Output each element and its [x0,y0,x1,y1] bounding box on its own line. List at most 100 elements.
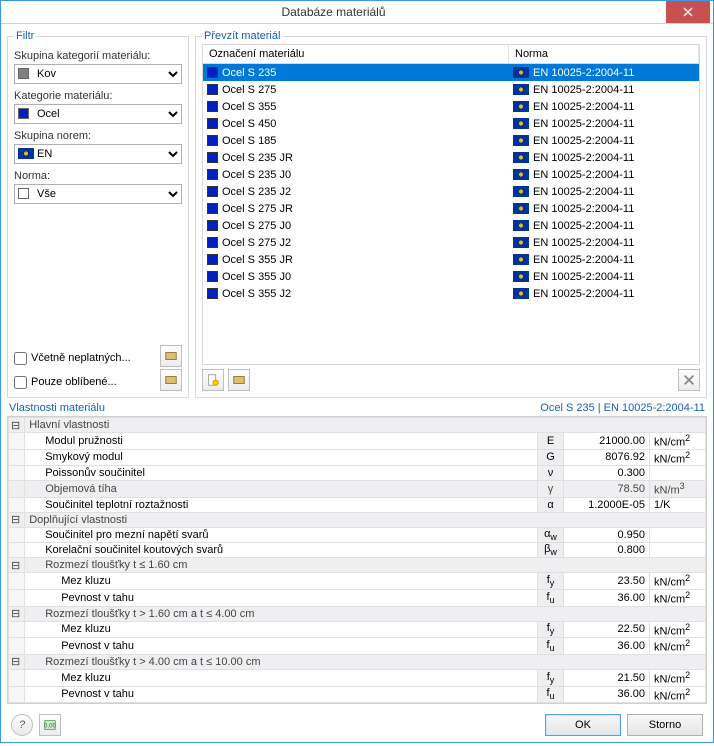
material-row[interactable]: Ocel S 355 JREN 10025-2:2004-11 [203,251,699,268]
material-swatch-icon [207,101,218,112]
material-row[interactable]: Ocel S 235 JREN 10025-2:2004-11 [203,149,699,166]
prop-name: Modul pružnosti [25,433,538,450]
material-norm: EN 10025-2:2004-11 [533,84,634,96]
material-row[interactable]: Ocel S 185EN 10025-2:2004-11 [203,132,699,149]
delete-material-button[interactable] [678,369,700,391]
material-name: Ocel S 185 [222,135,276,147]
material-swatch-icon [207,169,218,180]
group-label: Skupina kategorií materiálu: [14,50,182,62]
material-row[interactable]: Ocel S 275 JR EN 10025-2:2004-11 [203,200,699,217]
help-button[interactable]: ? [11,714,33,736]
material-name: Ocel S 235 J2 [222,186,291,198]
filter-reset-button[interactable] [160,345,182,367]
close-button[interactable] [666,1,710,23]
eu-flag-icon [513,84,529,95]
material-row[interactable]: Ocel S 355 EN 10025-2:2004-11 [203,98,699,115]
norm-label: Norma: [14,170,182,182]
eu-flag-icon [513,203,529,214]
main-props-header[interactable]: Hlavní vlastnosti [25,418,706,433]
col1-header[interactable]: Označení materiálu [203,45,509,63]
cat-select[interactable]: Ocel [14,104,182,124]
material-name: Ocel S 355 J0 [222,271,291,283]
dialog: Databáze materiálů Filtr Skupina kategor… [0,0,714,743]
material-list[interactable]: Ocel S 235 EN 10025-2:2004-11 Ocel S 275 EN… [202,63,700,365]
copy-material-button[interactable] [228,369,250,391]
material-name: Ocel S 235 [222,67,276,79]
material-row[interactable]: Ocel S 275 EN 10025-2:2004-11 [203,81,699,98]
material-norm: EN 10025-2:2004-11 [533,118,634,130]
add-props-header[interactable]: Doplňující vlastnosti [25,512,706,527]
eu-flag-icon [513,220,529,231]
norm-group-select[interactable]: EN [14,144,182,164]
material-name: Ocel S 275 JR [222,203,293,215]
material-swatch-icon [207,135,218,146]
material-row[interactable]: Ocel S 235 J0EN 10025-2:2004-11 [203,166,699,183]
norm-select[interactable]: Vše [14,184,182,204]
material-name: Ocel S 275 J0 [222,220,291,232]
eu-flag-icon [513,169,529,180]
eu-flag-icon [513,118,529,129]
material-list-panel: Převzít materiál Označení materiálu Norm… [195,30,707,398]
material-row[interactable]: Ocel S 450 EN 10025-2:2004-11 [203,115,699,132]
eu-flag-icon [513,135,529,146]
props-current: Ocel S 235 | EN 10025-2:2004-11 [540,402,705,414]
material-swatch-icon [207,254,218,265]
material-name: Ocel S 275 J2 [222,237,291,249]
material-swatch-icon [207,67,218,78]
units-button[interactable]: 0.00 [39,714,61,736]
col2-header[interactable]: Norma [509,45,699,63]
material-name: Ocel S 450 [222,118,276,130]
material-norm: EN 10025-2:2004-11 [533,169,634,181]
properties-grid[interactable]: ⊟Hlavní vlastnosti Modul pružnostiE21000… [7,416,707,704]
favorites-manage-button[interactable] [160,369,182,391]
eu-flag-icon [513,271,529,282]
include-invalid-checkbox[interactable] [14,352,27,365]
material-row[interactable]: Ocel S 235 J2EN 10025-2:2004-11 [203,183,699,200]
material-name: Ocel S 275 [222,84,276,96]
material-norm: EN 10025-2:2004-11 [533,101,634,113]
material-swatch-icon [207,186,218,197]
window-title: Databáze materiálů [1,5,666,19]
material-row[interactable]: Ocel S 355 J0 EN 10025-2:2004-11 [203,268,699,285]
material-norm: EN 10025-2:2004-11 [533,220,634,232]
favorites-only-label: Pouze oblíbené... [31,376,117,388]
include-invalid-label: Včetně neplatných... [31,352,131,364]
material-swatch-icon [207,84,218,95]
material-swatch-icon [207,237,218,248]
eu-flag-icon [513,237,529,248]
eu-flag-icon [513,288,529,299]
material-norm: EN 10025-2:2004-11 [533,203,634,215]
material-swatch-icon [207,288,218,299]
eu-flag-icon [513,186,529,197]
material-name: Ocel S 355 [222,101,276,113]
material-row[interactable]: Ocel S 355 J2EN 10025-2:2004-11 [203,285,699,302]
cancel-button[interactable]: Storno [627,714,703,736]
favorites-only-checkbox[interactable] [14,376,27,389]
material-swatch-icon [207,152,218,163]
filter-legend: Filtr [14,30,36,42]
material-row[interactable]: Ocel S 235 EN 10025-2:2004-11 [203,64,699,81]
material-norm: EN 10025-2:2004-11 [533,254,634,266]
eu-flag-icon [513,254,529,265]
new-material-button[interactable] [202,369,224,391]
eu-flag-icon [513,101,529,112]
eu-flag-icon [18,148,34,159]
material-swatch-icon [207,220,218,231]
material-row[interactable]: Ocel S 275 J0 EN 10025-2:2004-11 [203,217,699,234]
props-legend: Vlastnosti materiálu [9,402,105,414]
material-norm: EN 10025-2:2004-11 [533,288,634,300]
list-header: Označení materiálu Norma [202,44,700,63]
material-row[interactable]: Ocel S 275 J2 EN 10025-2:2004-11 [203,234,699,251]
material-norm: EN 10025-2:2004-11 [533,237,634,249]
material-norm: EN 10025-2:2004-11 [533,271,634,283]
material-swatch-icon [207,118,218,129]
eu-flag-icon [513,152,529,163]
ok-button[interactable]: OK [545,714,621,736]
group-select[interactable]: Kov [14,64,182,84]
titlebar: Databáze materiálů [1,1,713,24]
svg-text:0.00: 0.00 [44,723,56,730]
material-swatch-icon [207,271,218,282]
material-swatch-icon [207,203,218,214]
material-norm: EN 10025-2:2004-11 [533,67,634,79]
material-name: Ocel S 235 JR [222,152,293,164]
